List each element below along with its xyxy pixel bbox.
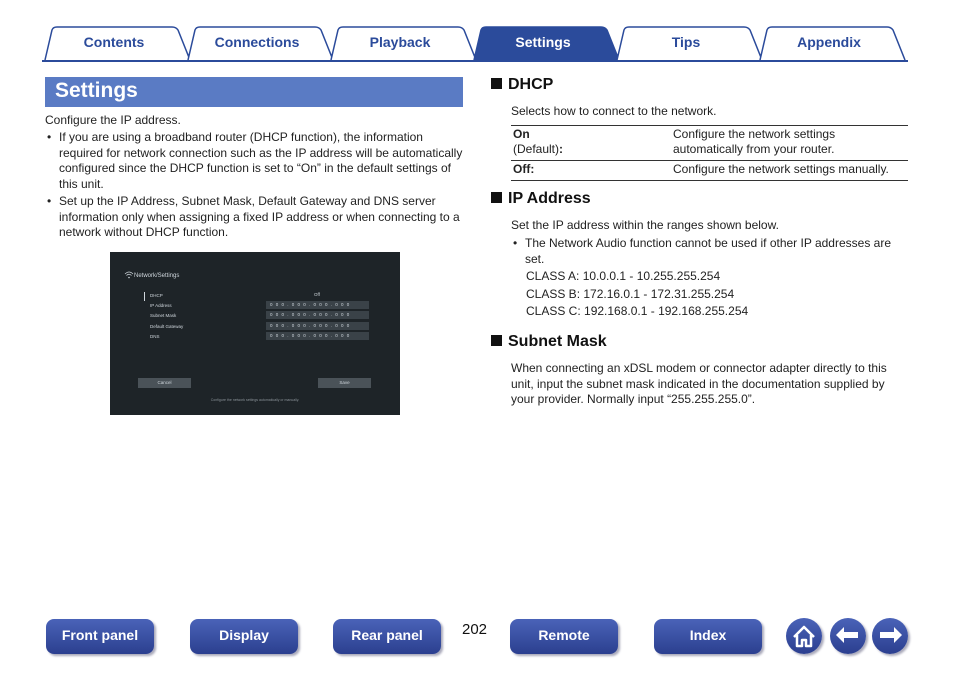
option-key: On (Default): xyxy=(511,126,671,161)
tab-label: Tips xyxy=(671,34,701,50)
display-button[interactable]: Display xyxy=(190,619,298,654)
tab-label: Appendix xyxy=(797,34,861,50)
forward-button[interactable] xyxy=(872,618,908,654)
tab-appendix[interactable]: Appendix xyxy=(759,26,906,60)
page-number: 202 xyxy=(462,621,488,638)
tab-tips[interactable]: Tips xyxy=(616,26,763,60)
screen-dhcp-value[interactable]: Off xyxy=(314,292,320,297)
button-label: Remote xyxy=(538,627,590,643)
option-on-key: On xyxy=(513,127,530,141)
screen-row-label: IP Address xyxy=(150,303,172,308)
tab-connections[interactable]: Connections xyxy=(187,26,334,60)
class-c-range: CLASS C: 192.168.0.1 - 192.168.255.254 xyxy=(526,304,749,318)
button-label: Front panel xyxy=(61,627,139,643)
option-key: Off: xyxy=(511,161,671,181)
tab-label: Settings xyxy=(515,34,571,50)
tab-bar: Contents Connections Playback Settings T… xyxy=(42,26,910,62)
page-title-bar: Settings xyxy=(45,77,463,107)
square-bullet-icon xyxy=(491,335,502,346)
home-button[interactable] xyxy=(786,618,822,654)
screen-dhcp-label: DHCP xyxy=(150,293,163,298)
intro-text: Configure the IP address. xyxy=(45,113,181,127)
class-a-range: CLASS A: 10.0.0.1 - 10.255.255.254 xyxy=(526,269,721,283)
screen-header: Network/Settings xyxy=(134,273,180,279)
ip-bullet-text: The Network Audio function cannot be use… xyxy=(525,236,891,266)
arrow-left-icon xyxy=(836,627,858,643)
button-label: Rear panel xyxy=(351,627,423,643)
cancel-button[interactable]: Cancel xyxy=(138,378,191,388)
ip-description: Set the IP address within the ranges sho… xyxy=(511,218,779,232)
front-panel-button[interactable]: Front panel xyxy=(46,619,154,654)
page-title: Settings xyxy=(55,79,138,102)
subnet-description: When connecting an xDSL modem or connect… xyxy=(511,361,887,406)
dhcp-description: Selects how to connect to the network. xyxy=(511,104,717,118)
subnet-mask-field[interactable]: 0 0 0 . 0 0 0 . 0 0 0 . 0 0 0 xyxy=(266,311,369,319)
index-button[interactable]: Index xyxy=(654,619,762,654)
table-row: On (Default): Configure the network sett… xyxy=(511,125,908,161)
square-bullet-icon xyxy=(491,78,502,89)
subnet-mask-heading: Subnet Mask xyxy=(491,333,607,351)
wifi-icon xyxy=(124,271,134,279)
tab-underline xyxy=(42,60,908,62)
default-marker: (Default) xyxy=(513,142,560,156)
screen-row-label: DNS xyxy=(150,334,160,339)
ip-bullet: • The Network Audio function cannot be u… xyxy=(511,236,896,267)
option-value: Configure the network settings manually. xyxy=(673,162,889,176)
tab-playback[interactable]: Playback xyxy=(330,26,477,60)
intro-bullets: If you are using a broadband router (DHC… xyxy=(45,130,465,243)
class-b-range: CLASS B: 172.16.0.1 - 172.31.255.254 xyxy=(526,287,735,301)
screen-row-label: Subnet Mask xyxy=(150,313,177,318)
tab-label: Playback xyxy=(369,34,431,50)
heading-text: DHCP xyxy=(508,76,554,93)
arrow-right-icon xyxy=(880,627,902,643)
dhcp-options-table: On (Default): Configure the network sett… xyxy=(511,125,908,181)
tab-contents[interactable]: Contents xyxy=(44,26,191,60)
bullet-dot: • xyxy=(513,236,518,250)
tab-settings[interactable]: Settings xyxy=(473,26,620,60)
dhcp-heading: DHCP xyxy=(491,76,553,94)
default-gateway-field[interactable]: 0 0 0 . 0 0 0 . 0 0 0 . 0 0 0 xyxy=(266,322,369,330)
screen-footer: Configure the network settings automatic… xyxy=(210,398,300,402)
colon: : xyxy=(559,142,564,156)
button-label: Display xyxy=(219,627,269,643)
heading-text: Subnet Mask xyxy=(508,333,607,350)
ip-address-field[interactable]: 0 0 0 . 0 0 0 . 0 0 0 . 0 0 0 xyxy=(266,301,369,309)
network-settings-screen: Network/Settings DHCP Off IP Address 0 0… xyxy=(110,252,400,415)
list-item: Set up the IP Address, Subnet Mask, Defa… xyxy=(45,194,465,241)
home-icon xyxy=(793,625,815,648)
remote-button[interactable]: Remote xyxy=(510,619,618,654)
back-button[interactable] xyxy=(830,618,866,654)
list-item: If you are using a broadband router (DHC… xyxy=(45,130,465,192)
dns-field[interactable]: 0 0 0 . 0 0 0 . 0 0 0 . 0 0 0 xyxy=(266,332,369,340)
heading-text: IP Address xyxy=(508,190,591,207)
option-value: Configure the network settings automatic… xyxy=(673,127,836,156)
screen-row-label: Default Gateway xyxy=(150,324,184,329)
table-row: Off: Configure the network settings manu… xyxy=(511,160,908,181)
rear-panel-button[interactable]: Rear panel xyxy=(333,619,441,654)
tab-label: Connections xyxy=(214,34,300,50)
selection-cursor xyxy=(144,292,145,301)
save-button[interactable]: Save xyxy=(318,378,371,388)
button-label: Index xyxy=(689,627,727,643)
ip-address-heading: IP Address xyxy=(491,190,591,208)
tab-label: Contents xyxy=(83,34,145,50)
option-off-key: Off: xyxy=(513,162,535,176)
square-bullet-icon xyxy=(491,192,502,203)
